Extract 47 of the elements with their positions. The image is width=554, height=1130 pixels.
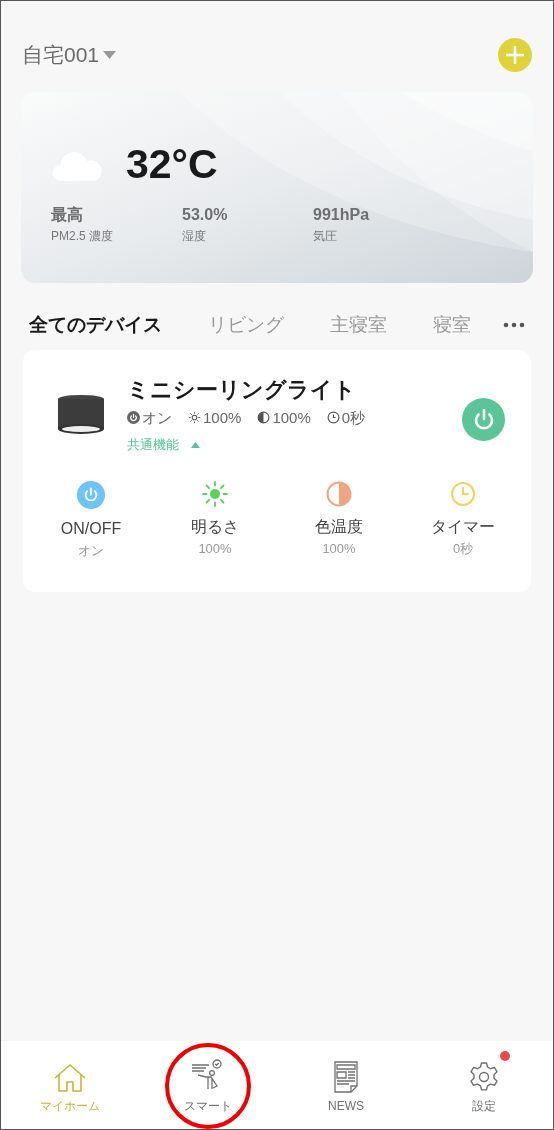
power-button[interactable] <box>462 398 505 441</box>
ceiling-light-drawing <box>57 394 105 436</box>
plus-icon <box>506 46 524 64</box>
more-icon[interactable] <box>503 322 525 328</box>
function-value: オン <box>78 541 104 560</box>
weather-stat-label: PM2.5 濃度 <box>51 228 114 245</box>
add-button[interactable] <box>498 38 532 72</box>
status-text: 100% <box>272 407 311 428</box>
home-icon <box>53 1063 87 1093</box>
dropdown-caret-icon[interactable] <box>103 51 117 59</box>
room-tab[interactable]: 全てのデバイス <box>29 310 162 340</box>
clock-icon <box>450 480 476 507</box>
weather-stat-value: 991hPa <box>313 205 371 225</box>
function-control[interactable]: ON/OFF オン <box>29 480 153 560</box>
function-value: 0秒 <box>452 539 474 558</box>
temperature: 32°C <box>126 144 218 185</box>
power-icon <box>127 411 140 425</box>
function-label: タイマー <box>431 516 495 537</box>
half-circle-icon <box>257 411 271 425</box>
clock-icon <box>326 411 340 425</box>
status-text: 0秒 <box>341 407 366 428</box>
weather-stat-value: 最高 <box>51 205 84 225</box>
caret-icon <box>191 441 200 448</box>
status-text: 100% <box>203 407 242 428</box>
function-label: ON/OFF <box>60 518 122 539</box>
function-value: 100% <box>322 539 356 558</box>
nav-tab[interactable]: 設定 <box>456 1051 512 1115</box>
nav-tab[interactable]: NEWS <box>316 1051 376 1115</box>
function-value: 100% <box>198 539 232 558</box>
function-control[interactable]: 色温度 100% <box>277 480 401 560</box>
nav-tab[interactable]: スマート <box>172 1051 244 1115</box>
weather-stat-value: 53.0% <box>182 205 229 225</box>
function-control[interactable]: タイマー 0秒 <box>401 480 525 560</box>
function-label: 色温度 <box>315 516 363 537</box>
settings-icon <box>468 1061 500 1093</box>
function-control[interactable]: 明るさ 100% <box>153 480 277 560</box>
status-text: オン <box>142 407 172 428</box>
sun-icon <box>188 411 201 425</box>
home-name[interactable]: 自宅001 <box>22 39 100 71</box>
function-label: 明るさ <box>191 516 239 537</box>
device-name: ミニシーリングライト <box>127 376 357 404</box>
sun-icon <box>202 480 228 507</box>
power-icon <box>77 480 105 509</box>
weather-stat-label: 気圧 <box>313 228 338 245</box>
half-circle-icon <box>326 480 352 507</box>
weather-stat-label: 湿度 <box>182 228 207 245</box>
newspaper-icon <box>333 1061 359 1093</box>
